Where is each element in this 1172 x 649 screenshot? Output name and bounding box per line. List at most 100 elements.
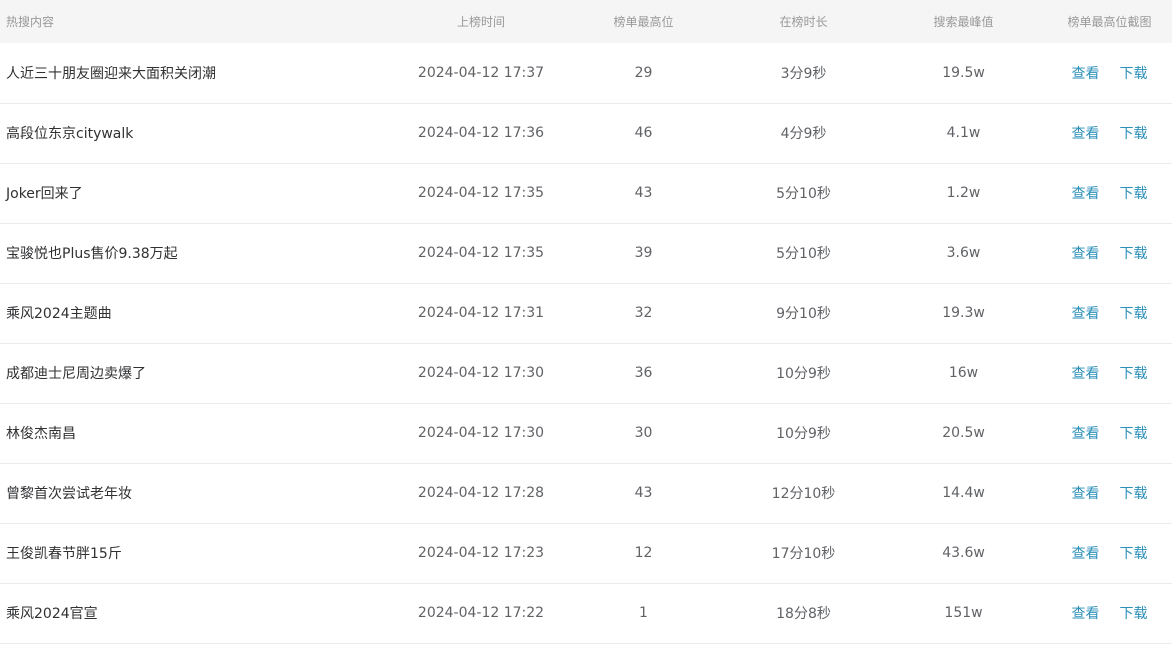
cell-actions: 查看 下载 <box>1041 283 1172 344</box>
cell-time: 2024-04-12 17:30 <box>396 403 566 464</box>
cell-peak: 19.3w <box>886 283 1041 344</box>
cell-rank: 1 <box>566 583 721 644</box>
cell-actions: 查看 下载 <box>1041 223 1172 284</box>
cell-time: 2024-04-12 17:37 <box>396 43 566 104</box>
header-title: 热搜内容 <box>6 15 55 29</box>
cell-time: 2024-04-12 17:35 <box>396 163 566 224</box>
download-link[interactable]: 下载 <box>1120 306 1148 322</box>
cell-peak: 3.6w <box>886 223 1041 284</box>
cell-peak: 16w <box>886 343 1041 404</box>
cell-actions: 查看 下载 <box>1041 43 1172 104</box>
cell-actions: 查看 下载 <box>1041 343 1172 404</box>
download-link[interactable]: 下载 <box>1120 486 1148 502</box>
cell-duration: 18分8秒 <box>721 583 886 644</box>
cell-duration: 9分10秒 <box>721 283 886 344</box>
table-row: Joker回来了 2024-04-12 17:35 43 5分10秒 1.2w … <box>0 163 1172 224</box>
cell-peak: 43.6w <box>886 523 1041 584</box>
cell-time: 2024-04-12 17:31 <box>396 283 566 344</box>
view-link[interactable]: 查看 <box>1072 366 1100 382</box>
table-body: 人近三十朋友圈迎来大面积关闭潮 2024-04-12 17:37 29 3分9秒… <box>0 43 1172 644</box>
header-row: 热搜内容 上榜时间 榜单最高位 在榜时长 搜索最峰值 榜单最高位截图 <box>0 0 1172 43</box>
cell-duration: 10分9秒 <box>721 403 886 464</box>
cell-title: 林俊杰南昌 <box>0 403 396 464</box>
cell-duration: 5分10秒 <box>721 223 886 284</box>
cell-rank: 12 <box>566 523 721 584</box>
table-header: 热搜内容 上榜时间 榜单最高位 在榜时长 搜索最峰值 榜单最高位截图 <box>0 0 1172 43</box>
cell-time: 2024-04-12 17:23 <box>396 523 566 584</box>
cell-rank: 29 <box>566 43 721 104</box>
download-link[interactable]: 下载 <box>1120 606 1148 622</box>
cell-actions: 查看 下载 <box>1041 523 1172 584</box>
cell-duration: 10分9秒 <box>721 343 886 404</box>
table-row: 林俊杰南昌 2024-04-12 17:30 30 10分9秒 20.5w 查看… <box>0 403 1172 464</box>
header-time: 上榜时间 <box>456 15 505 29</box>
download-link[interactable]: 下载 <box>1120 186 1148 202</box>
view-link[interactable]: 查看 <box>1072 306 1100 322</box>
cell-title: 曾黎首次尝试老年妆 <box>0 463 396 524</box>
cell-title: 人近三十朋友圈迎来大面积关闭潮 <box>0 43 396 104</box>
cell-title: 高段位东京citywalk <box>0 103 396 164</box>
view-link[interactable]: 查看 <box>1072 546 1100 562</box>
table-row: 高段位东京citywalk 2024-04-12 17:36 46 4分9秒 4… <box>0 103 1172 164</box>
table-row: 人近三十朋友圈迎来大面积关闭潮 2024-04-12 17:37 29 3分9秒… <box>0 43 1172 104</box>
cell-actions: 查看 下载 <box>1041 103 1172 164</box>
cell-title: 成都迪士尼周边卖爆了 <box>0 343 396 404</box>
cell-duration: 12分10秒 <box>721 463 886 524</box>
view-link[interactable]: 查看 <box>1072 66 1100 82</box>
cell-rank: 39 <box>566 223 721 284</box>
view-link[interactable]: 查看 <box>1072 186 1100 202</box>
cell-actions: 查看 下载 <box>1041 583 1172 644</box>
download-link[interactable]: 下载 <box>1120 426 1148 442</box>
table-row: 成都迪士尼周边卖爆了 2024-04-12 17:30 36 10分9秒 16w… <box>0 343 1172 404</box>
cell-time: 2024-04-12 17:30 <box>396 343 566 404</box>
table-row: 宝骏悦也Plus售价9.38万起 2024-04-12 17:35 39 5分1… <box>0 223 1172 284</box>
view-link[interactable]: 查看 <box>1072 126 1100 142</box>
header-peak: 搜索最峰值 <box>933 15 994 29</box>
cell-title: 王俊凯春节胖15斤 <box>0 523 396 584</box>
cell-time: 2024-04-12 17:35 <box>396 223 566 284</box>
table-row: 曾黎首次尝试老年妆 2024-04-12 17:28 43 12分10秒 14.… <box>0 463 1172 524</box>
cell-title: Joker回来了 <box>0 163 396 224</box>
hot-search-table: 热搜内容 上榜时间 榜单最高位 在榜时长 搜索最峰值 榜单最高位截图 人近三十朋… <box>0 0 1172 644</box>
cell-peak: 19.5w <box>886 43 1041 104</box>
cell-peak: 14.4w <box>886 463 1041 524</box>
cell-actions: 查看 下载 <box>1041 463 1172 524</box>
cell-peak: 1.2w <box>886 163 1041 224</box>
cell-time: 2024-04-12 17:22 <box>396 583 566 644</box>
view-link[interactable]: 查看 <box>1072 246 1100 262</box>
cell-actions: 查看 下载 <box>1041 403 1172 464</box>
download-link[interactable]: 下载 <box>1120 366 1148 382</box>
table-row: 乘风2024官宣 2024-04-12 17:22 1 18分8秒 151w 查… <box>0 583 1172 644</box>
table-row: 乘风2024主题曲 2024-04-12 17:31 32 9分10秒 19.3… <box>0 283 1172 344</box>
cell-duration: 5分10秒 <box>721 163 886 224</box>
cell-rank: 43 <box>566 463 721 524</box>
cell-peak: 4.1w <box>886 103 1041 164</box>
cell-time: 2024-04-12 17:28 <box>396 463 566 524</box>
cell-time: 2024-04-12 17:36 <box>396 103 566 164</box>
cell-duration: 4分9秒 <box>721 103 886 164</box>
cell-rank: 43 <box>566 163 721 224</box>
cell-actions: 查看 下载 <box>1041 163 1172 224</box>
download-link[interactable]: 下载 <box>1120 66 1148 82</box>
header-screenshot: 榜单最高位截图 <box>1067 15 1152 29</box>
cell-title: 乘风2024官宣 <box>0 583 396 644</box>
cell-rank: 32 <box>566 283 721 344</box>
view-link[interactable]: 查看 <box>1072 486 1100 502</box>
download-link[interactable]: 下载 <box>1120 126 1148 142</box>
header-rank: 榜单最高位 <box>613 15 674 29</box>
download-link[interactable]: 下载 <box>1120 246 1148 262</box>
cell-title: 乘风2024主题曲 <box>0 283 396 344</box>
header-duration: 在榜时长 <box>779 15 828 29</box>
cell-peak: 20.5w <box>886 403 1041 464</box>
cell-rank: 30 <box>566 403 721 464</box>
cell-rank: 36 <box>566 343 721 404</box>
cell-peak: 151w <box>886 583 1041 644</box>
view-link[interactable]: 查看 <box>1072 606 1100 622</box>
table-row: 王俊凯春节胖15斤 2024-04-12 17:23 12 17分10秒 43.… <box>0 523 1172 584</box>
download-link[interactable]: 下载 <box>1120 546 1148 562</box>
view-link[interactable]: 查看 <box>1072 426 1100 442</box>
cell-duration: 3分9秒 <box>721 43 886 104</box>
cell-rank: 46 <box>566 103 721 164</box>
cell-title: 宝骏悦也Plus售价9.38万起 <box>0 223 396 284</box>
cell-duration: 17分10秒 <box>721 523 886 584</box>
